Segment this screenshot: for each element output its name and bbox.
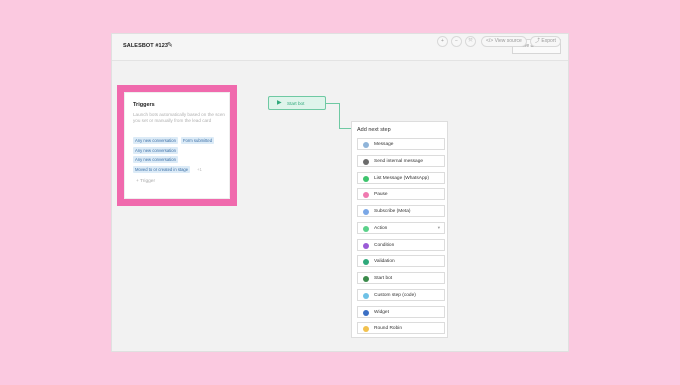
step-item-round-robin[interactable]: Round Robin [357, 322, 445, 334]
add-next-step-panel: Add next step Message Send internal mess… [351, 121, 448, 338]
triggers-card[interactable]: Triggers Launch bots automatically based… [124, 92, 230, 199]
step-item-pause[interactable]: Pause [357, 188, 445, 200]
step-item-subscribe[interactable]: Subscribe (Meta) [357, 205, 445, 217]
step-item-message[interactable]: Message [357, 138, 445, 150]
widget-icon [363, 309, 369, 316]
round-robin-icon [363, 325, 369, 332]
step-item-validation[interactable]: Validation [357, 255, 445, 267]
step-item-label: Action [374, 226, 388, 231]
step-item-label: Message [374, 142, 394, 147]
play-icon: ▶ [277, 100, 282, 106]
zoom-in-icon[interactable]: + [437, 36, 448, 47]
step-item-condition[interactable]: Condition [357, 239, 445, 251]
step-item-label: Start bot [374, 276, 393, 281]
more-tags-badge[interactable]: +1 [197, 167, 202, 172]
step-item-label: Round Robin [374, 326, 403, 331]
start-node-label: Start bot [287, 100, 305, 106]
condition-icon [363, 242, 369, 249]
step-item-label: Custom step (code) [374, 293, 416, 298]
step-item-start-bot[interactable]: Start bot [357, 272, 445, 284]
step-item-label: Subscribe (Meta) [374, 209, 411, 214]
step-item-label: Send internal message [374, 159, 424, 164]
step-item-widget[interactable]: Widget [357, 306, 445, 318]
step-item-label: Condition [374, 243, 395, 248]
trigger-tag[interactable]: Any new conversation [133, 147, 178, 154]
step-item-custom-step[interactable]: Custom step (code) [357, 289, 445, 301]
fit-view-icon[interactable]: ⤧ [465, 36, 476, 47]
triggers-description: Launch bots automatically based on the s… [133, 112, 225, 123]
action-icon [363, 225, 369, 232]
trigger-tag[interactable]: Form submitted [181, 137, 215, 144]
message-icon [363, 141, 369, 148]
trigger-tag[interactable]: Any new conversation [133, 137, 178, 144]
start-bot-node[interactable]: ▶ Start bot [268, 96, 326, 110]
step-item-label: Validation [374, 259, 395, 264]
step-item-label: List Message (WhatsApp) [374, 176, 429, 181]
internal-message-icon [363, 158, 369, 165]
add-trigger-button[interactable]: + Trigger [136, 179, 155, 184]
whatsapp-icon [363, 175, 369, 182]
zoom-out-icon[interactable]: − [451, 36, 462, 47]
add-next-step-title: Add next step [357, 127, 391, 133]
step-item-label: Widget [374, 310, 389, 315]
trigger-tag[interactable]: Any new conversation [133, 156, 178, 163]
validation-icon [363, 258, 369, 265]
start-bot-icon [363, 275, 369, 282]
export-button[interactable]: ⤴ Export [530, 36, 561, 47]
edit-pencil-icon[interactable]: ✎ [167, 41, 173, 49]
step-item-list-message[interactable]: List Message (WhatsApp) [357, 172, 445, 184]
view-source-button[interactable]: </> View source [481, 36, 527, 47]
meta-icon [363, 208, 369, 215]
step-item-action[interactable]: Action ▾ [357, 222, 445, 234]
flow-connector [326, 103, 340, 129]
triggers-title: Triggers [133, 102, 155, 108]
code-icon [363, 292, 369, 299]
step-item-send-internal-message[interactable]: Send internal message [357, 155, 445, 167]
page-title: SALESBOT #123 [123, 43, 169, 49]
trigger-tag[interactable]: Moved to or created in stage [133, 166, 191, 173]
pause-icon [363, 191, 369, 198]
chevron-down-icon[interactable]: ▾ [438, 225, 440, 231]
step-item-label: Pause [374, 192, 388, 197]
